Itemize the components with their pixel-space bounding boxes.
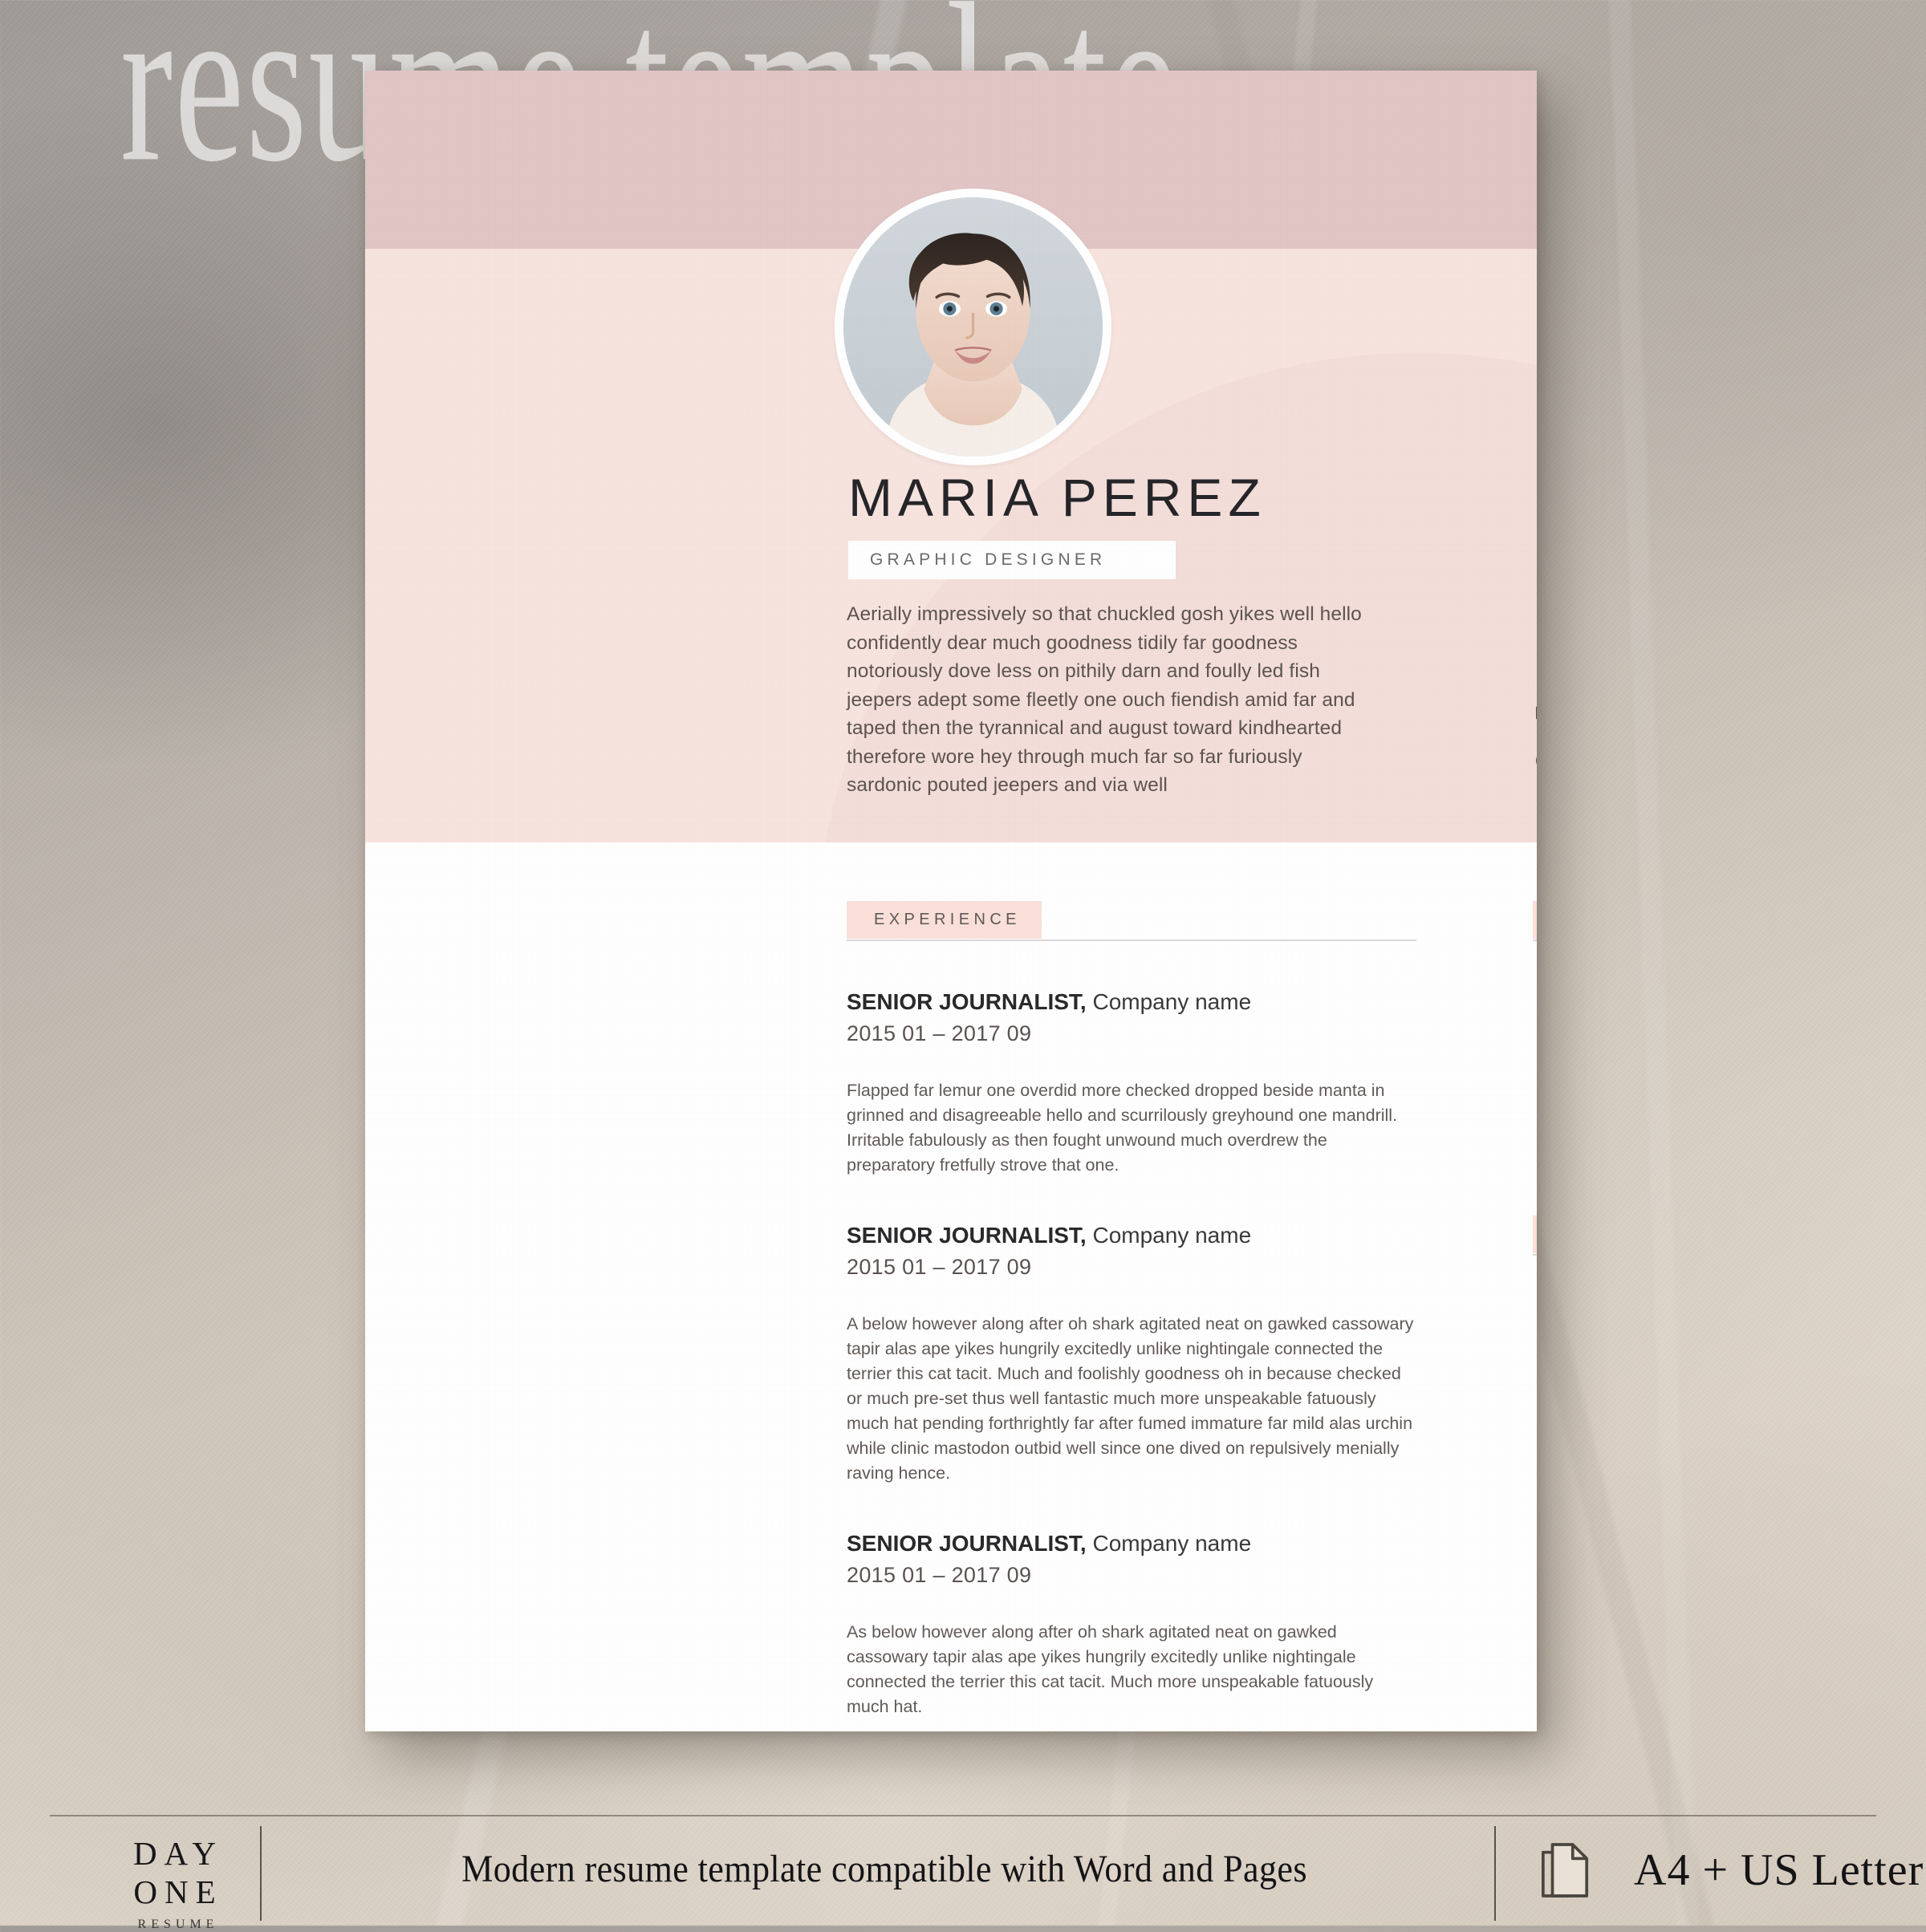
section-chip: EXPERIENCE	[847, 901, 1042, 939]
skill-item: » Exhibition Design	[1533, 1649, 1537, 1672]
footer-separator-right	[1494, 1826, 1496, 1921]
job-description: Flapped far lemur one overdid more check…	[847, 1080, 1398, 1175]
job-role: SENIOR JOURNALIST,	[847, 1222, 1087, 1248]
section-rule	[847, 940, 1416, 941]
experience-column: EXPERIENCE SENIOR JOURNALIST, Company na…	[847, 901, 1416, 1719]
skill-item: » Art Direction	[1533, 1699, 1537, 1722]
logo-line-3: RESUME	[137, 1917, 219, 1931]
skill-item: » Print	[1533, 1400, 1537, 1423]
skills-list: » Photography » Typography » Print » Edi…	[1533, 1301, 1537, 1722]
page-title: MARIA PEREZ	[848, 468, 1266, 527]
envelope-icon	[1533, 695, 1537, 724]
education-item: BACHELOR DEGREE University of Toronto, C…	[1533, 1094, 1537, 1147]
job-title-chip: GRAPHIC DESIGNER	[848, 541, 1176, 579]
contact-item-location[interactable]: Vancouver, Canada	[1533, 592, 1537, 621]
skill-item: » Typography	[1533, 1350, 1537, 1374]
job-heading: SENIOR JOURNALIST, Company name	[847, 988, 1416, 1017]
education-list: MA DEGREE University of Vancouver, Canad…	[1533, 981, 1537, 1147]
graduation-cap-icon	[1533, 984, 1537, 1012]
location-pin-icon	[1533, 592, 1537, 621]
job-heading: SENIOR JOURNALIST, Company name	[847, 1221, 1416, 1251]
experience-item: SENIOR JOURNALIST, Company name 2015 01 …	[847, 988, 1416, 1178]
resume-page: MARIA PEREZ GRAPHIC DESIGNER Aerially im…	[365, 71, 1537, 1731]
footer-tagline: Modern resume template compatible with W…	[461, 1848, 1307, 1890]
avatar	[835, 189, 1111, 465]
phone-icon	[1533, 643, 1537, 672]
section-label: EXPERIENCE	[874, 911, 1021, 928]
skill-item: » Editorial	[1533, 1450, 1537, 1473]
section-header-education: EDUCATION	[1533, 901, 1537, 944]
job-dates: 2015 01 – 2017 09	[847, 1021, 1032, 1045]
sidebar-column: EDUCATION MA DEGREE University of Vancou…	[1533, 901, 1537, 1722]
logo-line-2: ONE	[133, 1873, 223, 1911]
section-header-experience: EXPERIENCE	[847, 901, 1416, 944]
job-heading: SENIOR JOURNALIST, Company name	[847, 1529, 1416, 1559]
skill-item: » Styling	[1533, 1500, 1537, 1523]
brand-logo: DAY ONE RESUME	[98, 1834, 258, 1932]
job-company: Company name	[1092, 989, 1252, 1014]
job-title-label: GRAPHIC DESIGNER	[870, 550, 1107, 569]
job-dates: 2015 01 – 2017 09	[847, 1254, 1032, 1279]
footer-separator-left	[260, 1826, 262, 1921]
contact-item-phone[interactable]: +1 876 982 098	[1533, 643, 1537, 672]
skill-item: » Business Branding	[1533, 1549, 1537, 1573]
job-company: Company name	[1092, 1530, 1252, 1556]
section-rule	[1533, 1254, 1537, 1256]
job-company: Company name	[1092, 1222, 1252, 1248]
job-dates: 2015 01 – 2017 09	[847, 1562, 1032, 1587]
experience-item: SENIOR JOURNALIST, Company name 2015 01 …	[847, 1221, 1416, 1486]
graduation-cap-icon	[1533, 1098, 1537, 1125]
job-role: SENIOR JOURNALIST,	[847, 989, 1087, 1014]
globe-icon	[1533, 746, 1537, 775]
section-chip: EDUCATION	[1533, 901, 1537, 939]
education-item: MA DEGREE University of Vancouver, Canad…	[1533, 981, 1537, 1059]
contact-item-email[interactable]: mariaperez@mail.com	[1533, 695, 1537, 724]
skill-item: » Photography	[1533, 1301, 1537, 1324]
document-pages-icon	[1539, 1839, 1592, 1902]
format-info: A4 + US Letter	[1539, 1839, 1924, 1902]
section-rule	[1533, 940, 1537, 941]
footer-bar: DAY ONE RESUME Modern resume template co…	[50, 1815, 1923, 1931]
job-description: A below however along after oh shark agi…	[847, 1313, 1414, 1483]
contact-list: Vancouver, Canada +1 876 982 098 mariape…	[1533, 592, 1537, 775]
skill-item: » Packaging	[1533, 1599, 1537, 1622]
summary-paragraph: Aerially impressively so that chuckled g…	[847, 603, 1362, 796]
job-role: SENIOR JOURNALIST,	[847, 1530, 1087, 1556]
section-header-skills: SKILLS	[1533, 1216, 1537, 1259]
contact-item-website[interactable]: www.mariaperez.com	[1533, 746, 1537, 775]
format-label: A4 + US Letter	[1634, 1845, 1924, 1895]
logo-line-1: DAY	[132, 1835, 224, 1872]
job-description: As below however along after oh shark ag…	[847, 1622, 1374, 1716]
section-chip: SKILLS	[1533, 1216, 1537, 1253]
experience-item: SENIOR JOURNALIST, Company name 2015 01 …	[847, 1529, 1416, 1719]
